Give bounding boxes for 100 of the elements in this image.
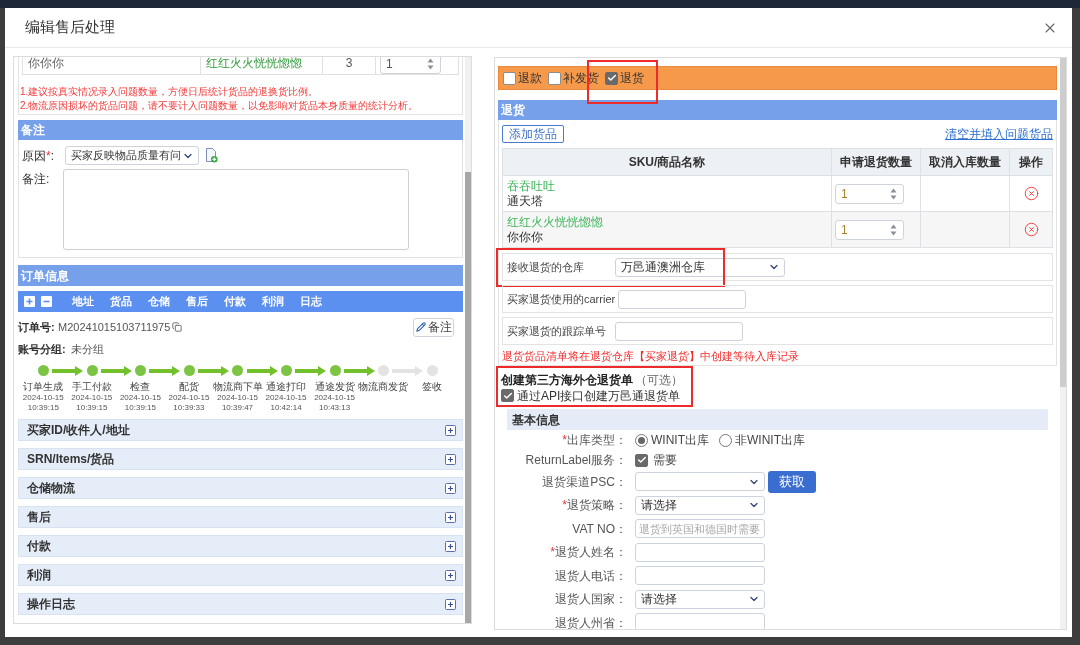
sku-text: 红红火火恍恍惚惚 (507, 214, 603, 230)
section-title: 利润 (27, 567, 51, 584)
checkbox[interactable] (548, 71, 561, 85)
field-label: 订单号: (18, 319, 56, 335)
column-header: SKU/商品名称 (628, 154, 706, 171)
step-date: 2024-10-15 (314, 393, 356, 403)
arrow-icon (52, 365, 84, 376)
clear-fill-link[interactable]: 清空并填入问题货品 (945, 125, 1053, 143)
step-label: 通途打印 (266, 380, 307, 393)
step-date: 2024-10-15 (217, 393, 258, 403)
step-date: 2024-10-15 (119, 393, 161, 403)
section-header: 备注 (18, 120, 463, 140)
section-title: 仓储物流 (27, 480, 75, 497)
fetch-button[interactable]: 获取 (768, 470, 816, 493)
plus-square-icon[interactable] (445, 482, 456, 494)
document-plus-icon[interactable] (205, 148, 218, 163)
plus-square-icon[interactable] (445, 511, 456, 523)
checkbox-label: 需要 (653, 452, 677, 469)
text-input[interactable] (635, 542, 765, 562)
radio-label: 非WINIT出库 (735, 432, 805, 449)
optional-note: （可选） (635, 372, 683, 389)
dialog-title: 编辑售后处理 (25, 17, 115, 38)
arrow-icon (246, 365, 278, 376)
step-time: 10:39:33 (173, 403, 205, 413)
basic-info-header: 基本信息 (507, 409, 1048, 430)
radio-button[interactable] (719, 433, 732, 447)
text-input[interactable] (635, 613, 765, 629)
radio-button[interactable] (635, 433, 648, 447)
hint-text: 1.建议按真实情况录入问题数量，方便日后统计货品的退换货比例。 (20, 85, 319, 99)
column-header: 操作 (1019, 154, 1043, 171)
step-date: 2024-10-15 (265, 393, 307, 403)
circle-x-icon[interactable] (1023, 186, 1039, 201)
plus-square-icon[interactable] (445, 540, 456, 552)
step-time: 10:39:15 (27, 403, 59, 413)
text-input[interactable] (618, 289, 747, 309)
checkbox[interactable] (605, 71, 618, 85)
checkbox[interactable] (501, 389, 514, 402)
pencil-icon (415, 322, 426, 332)
plus-square-icon[interactable] (445, 453, 456, 465)
arrow-icon (100, 365, 132, 376)
text-input[interactable] (615, 321, 743, 341)
remark-button[interactable]: 备注 (413, 317, 454, 337)
scrollbar-thumb[interactable] (465, 172, 471, 623)
section-title: 买家ID/收件人/地址 (27, 422, 130, 439)
collapsible-bar[interactable]: 操作日志 (18, 593, 463, 615)
field-label: 退货人州省： (554, 615, 627, 629)
dropdown-select[interactable]: 请选择 (635, 495, 765, 515)
step-label: 物流商发货 (358, 380, 409, 393)
plus-square-icon[interactable] (445, 569, 456, 581)
product-name: 通天塔 (507, 193, 543, 209)
circle-x-icon[interactable] (1023, 222, 1039, 237)
checkbox[interactable] (635, 453, 648, 467)
copy-icon[interactable] (172, 322, 183, 332)
plus-square-icon[interactable] (445, 424, 456, 436)
spinner-icon[interactable] (427, 58, 434, 70)
add-goods-button[interactable]: 添加货品 (502, 125, 564, 143)
collapsible-bar[interactable]: 利润 (18, 564, 463, 586)
scrollbar-thumb[interactable] (1060, 58, 1066, 387)
collapsible-bar[interactable]: 买家ID/收件人/地址 (18, 419, 463, 441)
field-label: *退货策略： (561, 498, 627, 513)
arrow-icon (392, 365, 424, 376)
field-label: *出库类型： (561, 433, 627, 447)
sku-text: 红红火火恍恍惚惚 (206, 57, 302, 70)
step-time: 10:39:15 (124, 403, 156, 413)
account-group-value: 未分组 (70, 341, 104, 357)
text-input[interactable]: 退货到英国和德国时需要 (635, 519, 765, 539)
section-title: 操作日志 (27, 596, 75, 613)
product-name: 你你你 (507, 229, 543, 245)
reason-select[interactable]: 买家反映物品质量有问 (65, 146, 199, 165)
checkbox[interactable] (503, 71, 516, 85)
minus-square-icon[interactable] (41, 296, 52, 307)
step-time: 10:39:15 (76, 403, 108, 413)
column-header: 申请退货数量 (840, 154, 912, 171)
text-input[interactable] (635, 566, 765, 586)
collapsible-bar[interactable]: SRN/Items/货品 (18, 448, 463, 470)
field-label: 退货渠道PSC： (541, 474, 627, 489)
collapsible-bar[interactable]: 付款 (18, 535, 463, 557)
collapsible-bar[interactable]: 售后 (18, 506, 463, 528)
field-label: ReturnLabel服务： (524, 453, 627, 467)
quantity-input[interactable]: 1 (380, 57, 441, 74)
dropdown-select[interactable]: 请选择 (635, 589, 765, 609)
order-number: M20241015103711975 (58, 319, 171, 335)
quantity-input[interactable]: 1 (835, 183, 904, 204)
section-title: SRN/Items/货品 (27, 451, 115, 468)
spinner-icon[interactable] (890, 223, 897, 236)
step-time: 10:42:14 (270, 403, 302, 413)
collapsible-bar[interactable]: 仓储物流 (18, 477, 463, 499)
radio-label: WINIT出库 (651, 432, 709, 449)
spinner-icon[interactable] (890, 187, 897, 200)
plus-square-icon[interactable] (445, 598, 456, 610)
sku-text: 吞吞吐吐 (507, 178, 555, 194)
field-label: 买家退货的跟踪单号 (507, 323, 607, 339)
field-label: 退货人国家： (554, 592, 627, 607)
warehouse-select[interactable]: 万邑通澳洲仓库 (615, 257, 785, 277)
step-label: 签收 (421, 380, 442, 393)
checkbox-label: 通过API接口创建万邑通退货单 (517, 387, 681, 405)
step-label: 物流商下单 (212, 380, 263, 393)
step-label: 订单生成 (23, 380, 64, 393)
arrow-icon (198, 365, 230, 376)
quantity-input[interactable]: 1 (835, 219, 904, 240)
